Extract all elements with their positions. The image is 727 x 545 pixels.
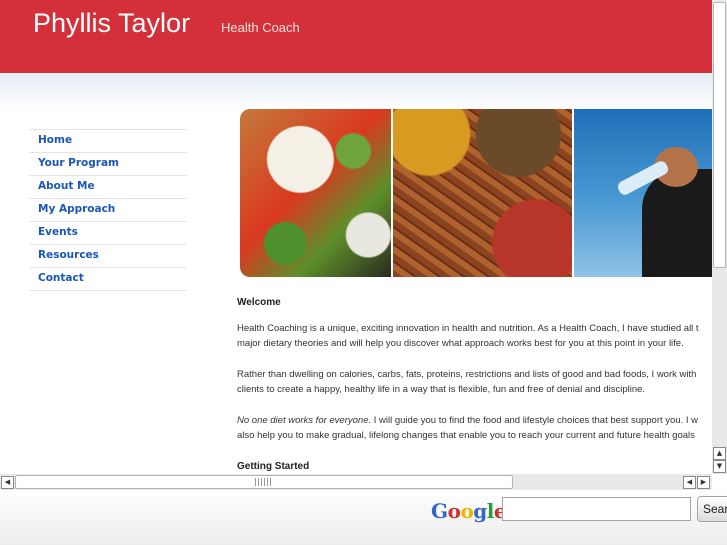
- nav-item-contact[interactable]: Contact: [29, 268, 187, 291]
- diet-emphasis: No one diet works for everyone.: [237, 414, 372, 426]
- nav-item-about-me[interactable]: About Me: [29, 176, 187, 199]
- google-logo: Google-: [431, 499, 512, 523]
- paragraph-diet-line2: also help you to make gradual, lifelong …: [237, 430, 695, 441]
- paragraph-intro-line2: major dietary theories and will help you…: [237, 338, 684, 349]
- nav-item-resources[interactable]: Resources: [29, 245, 187, 268]
- search-input[interactable]: [502, 497, 691, 521]
- vertical-scroll-thumb[interactable]: [713, 2, 726, 268]
- getting-started-heading: Getting Started: [237, 460, 310, 472]
- grip-icon: [255, 478, 273, 486]
- scroll-down-button[interactable]: ▼: [713, 460, 726, 473]
- nav-item-home[interactable]: Home: [29, 130, 187, 153]
- paragraph-diet-line1-rest: I will guide you to find the food and li…: [371, 414, 699, 426]
- welcome-heading: Welcome: [237, 297, 281, 308]
- nav-item-events[interactable]: Events: [29, 222, 187, 245]
- site-title[interactable]: Phyllis Taylor: [33, 8, 190, 39]
- header-gradient-band: [0, 73, 712, 113]
- drinking-water-image: [574, 109, 712, 277]
- sidebar-nav: Home Your Program About Me My Approach E…: [29, 129, 187, 291]
- site-header: Phyllis Taylor Health Coach: [0, 0, 727, 73]
- scroll-left-button-end[interactable]: ◀: [683, 476, 696, 489]
- hero-image-strip: [240, 109, 712, 277]
- paragraph-intro-line1: Health Coaching is a unique, exciting in…: [237, 322, 699, 334]
- spices-image: [393, 109, 572, 277]
- vegetables-image: [240, 109, 391, 277]
- nav-item-your-program[interactable]: Your Program: [29, 153, 187, 176]
- paragraph-approach-line2: clients to create a happy, healthy life …: [237, 384, 646, 395]
- search-button[interactable]: Search: [697, 496, 727, 522]
- paragraph-approach-line1: Rather than dwelling on calories, carbs,…: [237, 368, 697, 380]
- main-content: Welcome Health Coaching is a unique, exc…: [237, 295, 712, 484]
- scroll-left-button[interactable]: ◀: [1, 476, 14, 489]
- paragraph-approach: Rather than dwelling on calories, carbs,…: [237, 367, 712, 398]
- paragraph-diet: No one diet works for everyone. I will g…: [237, 413, 712, 444]
- scroll-right-button[interactable]: ▶: [697, 476, 710, 489]
- scroll-up-button[interactable]: ▲: [713, 447, 726, 460]
- paragraph-intro: Health Coaching is a unique, exciting in…: [237, 321, 712, 352]
- site-tagline: Health Coach: [221, 20, 300, 35]
- nav-item-my-approach[interactable]: My Approach: [29, 199, 187, 222]
